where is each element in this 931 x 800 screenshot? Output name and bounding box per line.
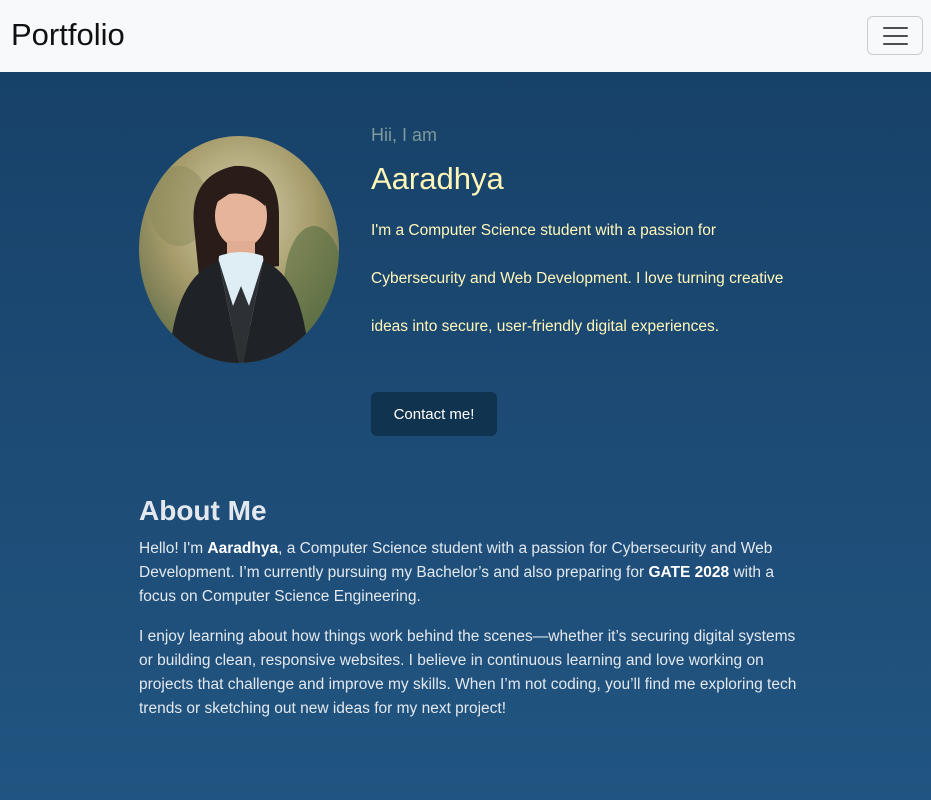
navbar-toggle-button[interactable] xyxy=(867,16,923,55)
hero-name: Aaradhya xyxy=(371,161,504,196)
hero-intro-line: Cybersecurity and Web Development. I lov… xyxy=(371,270,784,287)
about-paragraph-1: Hello! I'm Aaradhya, a Computer Science … xyxy=(139,537,799,609)
hero-intro-line: ideas into secure, user-friendly digital… xyxy=(371,318,720,335)
brand-logo[interactable]: Portfolio xyxy=(11,15,125,55)
about-name: Aaradhya xyxy=(207,540,279,557)
hamburger-menu-icon xyxy=(882,34,908,37)
hero-intro: I'm a Computer Science student with a pa… xyxy=(371,207,811,351)
hero-greeting: Hii, I am xyxy=(371,125,438,145)
hamburger-menu-icon xyxy=(882,42,908,45)
hamburger-menu-icon xyxy=(882,26,908,29)
about-paragraph-2: I enjoy learning about how things work b… xyxy=(139,628,797,717)
about-exam: GATE 2028 xyxy=(648,564,730,581)
contact-me-button[interactable]: Contact me! xyxy=(371,392,497,436)
about-text: Hello! I'm xyxy=(139,540,208,557)
about-title: About Me xyxy=(139,495,267,526)
hero-intro-line: I'm a Computer Science student with a pa… xyxy=(371,222,716,239)
navbar: Portfolio xyxy=(0,0,931,72)
profile-photo xyxy=(139,136,339,363)
